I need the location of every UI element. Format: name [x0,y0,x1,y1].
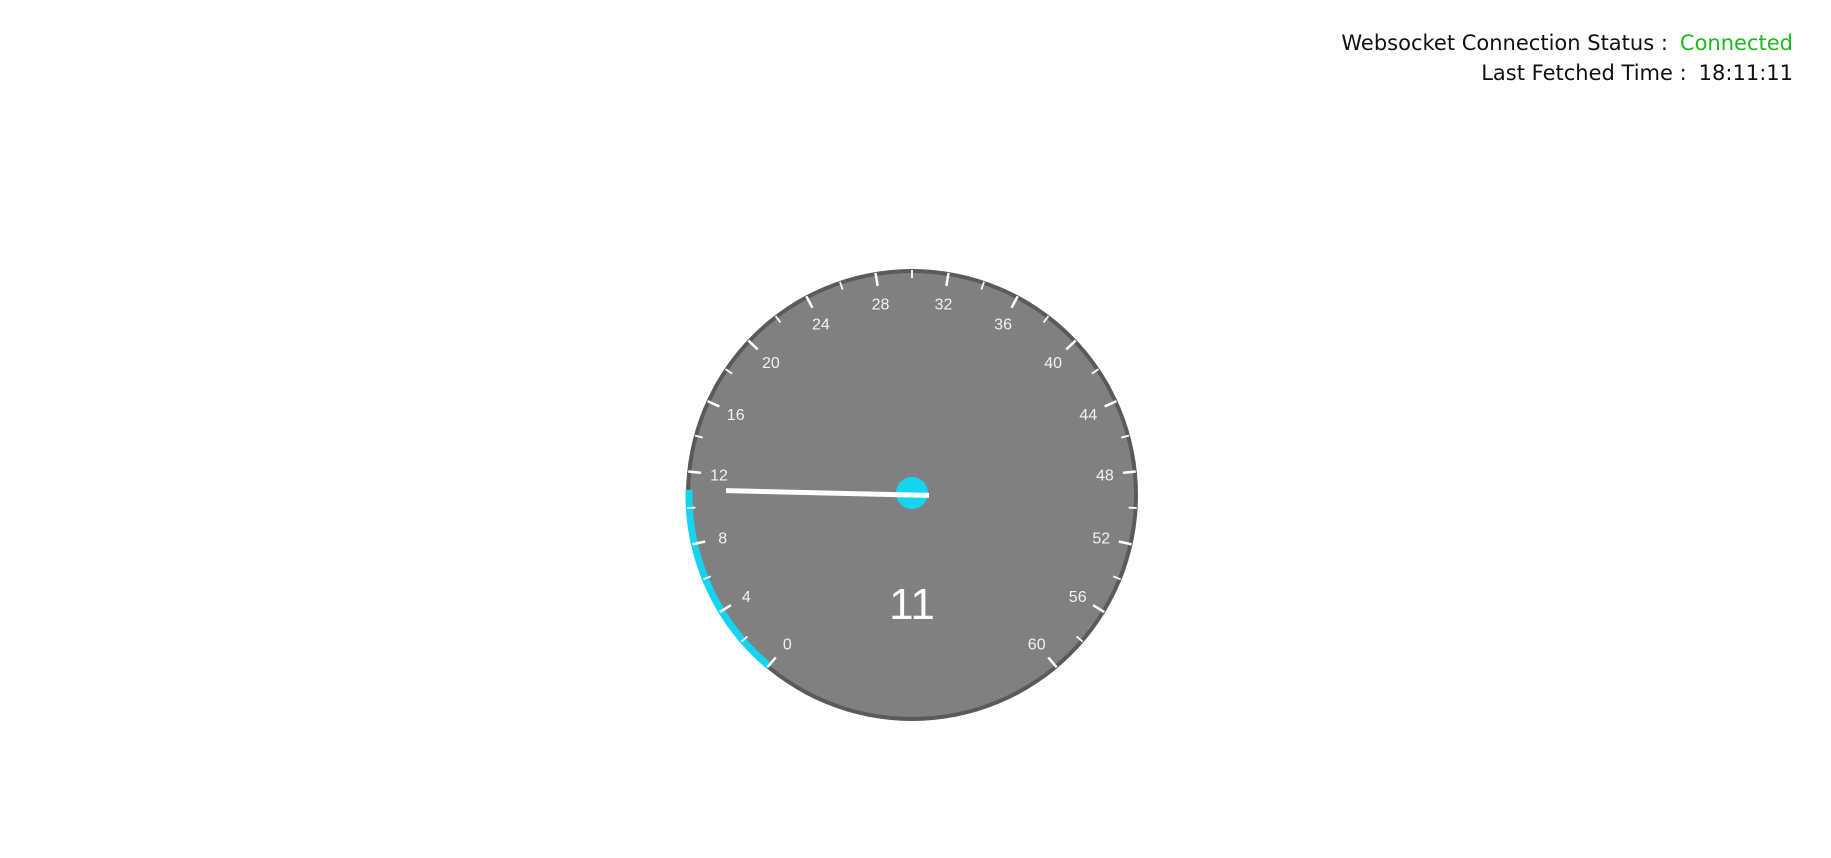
speed-gauge: 04812162024283236404448525660 11 [0,0,1831,853]
tick-label: 4 [742,589,751,606]
tick-label: 8 [718,531,727,548]
tick-label: 36 [994,317,1012,334]
tick-label: 20 [762,355,780,372]
gauge-area: 04812162024283236404448525660 11 [0,0,1831,853]
gauge-value-readout: 11 [889,580,935,629]
tick-label: 40 [1044,355,1062,372]
tick-label: 32 [935,297,953,314]
tick-label: 24 [812,317,830,334]
tick-label: 48 [1096,468,1114,485]
tick-label: 0 [783,637,792,654]
tick-label: 12 [710,468,728,485]
tick-label: 44 [1079,407,1097,424]
tick-label: 52 [1092,531,1110,548]
major-tick [688,471,701,472]
tick-label: 56 [1069,589,1087,606]
tick-label: 60 [1028,637,1046,654]
tick-label: 28 [872,297,890,314]
tick-label: 16 [727,407,745,424]
major-tick [1123,471,1136,472]
